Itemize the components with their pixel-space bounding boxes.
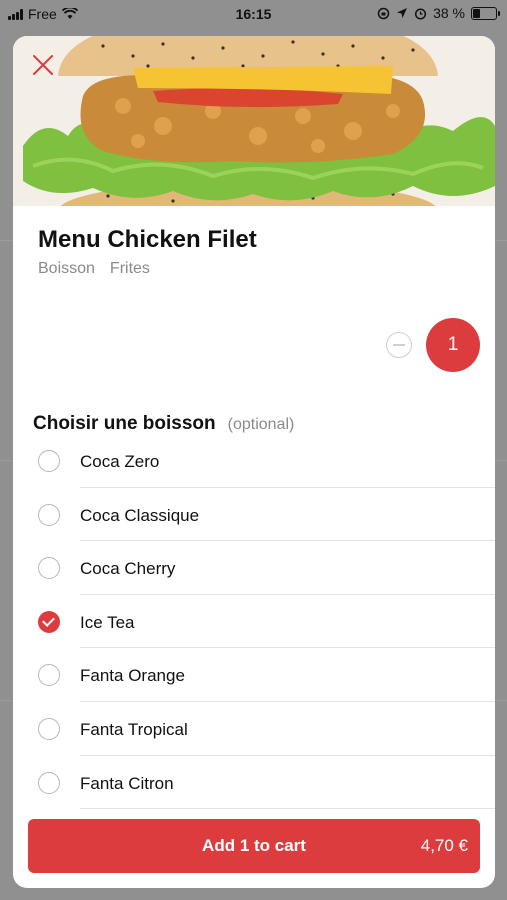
- battery-icon: [471, 6, 500, 20]
- radio-button[interactable]: [38, 450, 60, 472]
- status-bar: Free 16:15 38 %: [0, 0, 507, 28]
- quantity-stepper: 1: [386, 318, 480, 372]
- product-title: Menu Chicken Filet: [38, 226, 257, 253]
- option-label: Coca Classique: [80, 505, 200, 525]
- option-label: Fanta Tropical: [80, 719, 188, 739]
- option-label: Fanta Orange: [80, 666, 185, 686]
- status-right: 38 %: [377, 5, 500, 21]
- option-label: Ice Tea: [80, 612, 135, 632]
- radio-button[interactable]: [38, 610, 60, 633]
- product-image: [13, 36, 495, 206]
- drink-option[interactable]: Fanta Tropical: [13, 702, 495, 756]
- radio-button[interactable]: [38, 664, 60, 687]
- alarm-icon: [415, 7, 427, 20]
- location-icon: [397, 8, 408, 18]
- drink-option[interactable]: Ice Tea: [13, 595, 495, 649]
- drink-section-header: Choisir une boisson (optional): [33, 413, 294, 435]
- add-to-cart-button[interactable]: Add 1 to cart 4,70 €: [28, 819, 480, 873]
- radio-button[interactable]: [38, 503, 60, 526]
- product-tags: Boisson Frites: [38, 260, 150, 278]
- section-optional-label: (optional): [227, 416, 295, 433]
- row-divider: [80, 808, 495, 810]
- product-modal: Menu Chicken Filet Boisson Frites 1 Choi…: [13, 36, 495, 888]
- radio-button[interactable]: [38, 771, 60, 794]
- option-label: Coca Cherry: [80, 559, 176, 579]
- battery-fill: [473, 8, 481, 18]
- drink-option[interactable]: Coca Cherry: [13, 541, 495, 595]
- orientation-lock-icon: [377, 7, 390, 19]
- battery-percent: 38 %: [433, 5, 465, 21]
- option-label: Fanta Citron: [80, 773, 174, 793]
- drink-option[interactable]: Fanta Orange: [13, 648, 495, 702]
- drink-options-list: Coca Zero Coca Classique Coca Cherry Ice…: [13, 434, 495, 810]
- add-to-cart-label: Add 1 to cart: [202, 836, 306, 855]
- product-tag: Boisson: [38, 260, 95, 277]
- quantity-badge[interactable]: 1: [426, 318, 480, 372]
- drink-option[interactable]: Coca Zero: [13, 434, 495, 488]
- section-title: Choisir une boisson: [33, 413, 216, 434]
- close-icon[interactable]: [30, 52, 56, 78]
- radio-button[interactable]: [38, 717, 60, 740]
- option-label: Coca Zero: [80, 452, 160, 471]
- cart-price: 4,70 €: [420, 836, 468, 855]
- radio-button[interactable]: [38, 557, 60, 580]
- drink-option[interactable]: Coca Classique: [13, 488, 495, 542]
- decrease-quantity-button[interactable]: [386, 332, 412, 358]
- burger-illustration: [13, 36, 495, 206]
- drink-option[interactable]: Fanta Citron: [13, 756, 495, 810]
- product-tag: Frites: [109, 260, 150, 277]
